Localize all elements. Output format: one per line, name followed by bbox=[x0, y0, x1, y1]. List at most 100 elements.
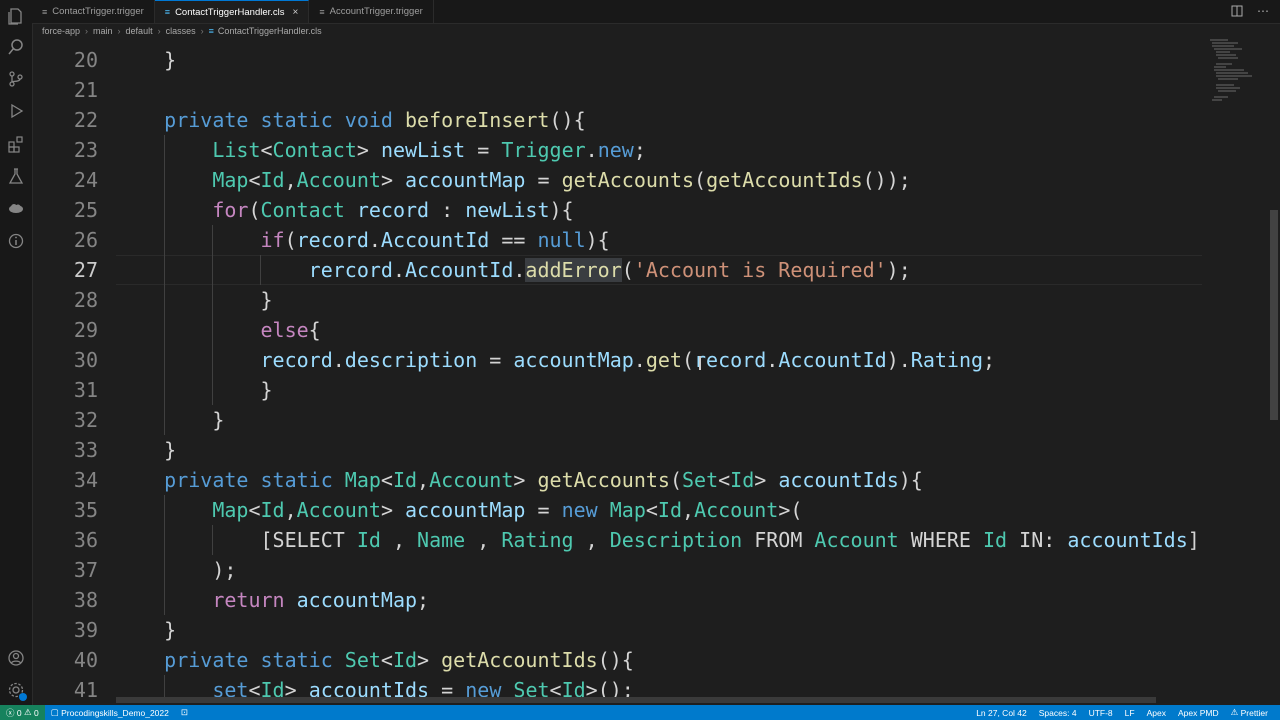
code-line[interactable]: 31 } bbox=[32, 375, 1202, 405]
explorer-icon[interactable] bbox=[6, 6, 26, 26]
breadcrumb-item[interactable]: ContactTriggerHandler.cls bbox=[218, 26, 322, 36]
encoding[interactable]: UTF-8 bbox=[1083, 705, 1119, 720]
apex-pmd[interactable]: Apex PMD bbox=[1172, 705, 1225, 720]
code-token: Account bbox=[814, 528, 899, 552]
code-token: Id bbox=[730, 468, 755, 492]
vertical-scrollbar[interactable] bbox=[1270, 210, 1278, 420]
code-line[interactable]: 34 private static Map<Id,Account> getAcc… bbox=[32, 465, 1202, 495]
code-line[interactable]: 28 } bbox=[32, 285, 1202, 315]
code-line[interactable]: 21 bbox=[32, 75, 1202, 105]
code-line[interactable]: 23 List<Contact> newList = Trigger.new; bbox=[32, 135, 1202, 165]
code-token: record bbox=[356, 198, 430, 222]
code-line[interactable]: 36 [SELECT Id , Name , Rating , Descript… bbox=[32, 525, 1202, 555]
code-token: AccountId bbox=[405, 258, 514, 282]
code-token: getAccounts bbox=[537, 468, 670, 492]
code-token: private static bbox=[116, 468, 345, 492]
indentation[interactable]: Spaces: 4 bbox=[1033, 705, 1083, 720]
code-text: private static Map<Id,Account> getAccoun… bbox=[116, 465, 923, 495]
problems-indicator[interactable]: ⓧ 0 ⚠ 0 bbox=[0, 705, 45, 720]
code-line[interactable]: 27 rercord.AccountId.addError('Account i… bbox=[32, 255, 1202, 285]
code-token: accountIds bbox=[778, 468, 899, 492]
breadcrumb-item[interactable]: force-app bbox=[42, 26, 80, 36]
code-token: } bbox=[116, 408, 225, 432]
line-number: 40 bbox=[73, 648, 98, 672]
info-icon[interactable] bbox=[6, 231, 26, 251]
indent-guide bbox=[260, 255, 261, 285]
file-icon: ≡ bbox=[164, 7, 171, 17]
code-editor[interactable]: 20 } 21 22 private static void beforeInser… bbox=[32, 44, 1202, 700]
code-line[interactable]: 38 return accountMap; bbox=[32, 585, 1202, 615]
code-text: for(Contact record : newList){ bbox=[116, 195, 574, 225]
run-debug-icon[interactable] bbox=[6, 101, 26, 121]
breadcrumb-item[interactable]: classes bbox=[166, 26, 196, 36]
code-line[interactable]: 24 Map<Id,Account> accountMap = getAccou… bbox=[32, 165, 1202, 195]
extensions-icon[interactable] bbox=[6, 134, 26, 154]
line-number: 28 bbox=[73, 288, 98, 312]
horizontal-scrollbar[interactable] bbox=[116, 697, 1156, 703]
code-token: Id bbox=[983, 528, 1008, 552]
close-icon[interactable]: × bbox=[293, 7, 299, 18]
code-text: } bbox=[116, 405, 224, 435]
source-control-icon[interactable] bbox=[6, 69, 26, 89]
cursor-position[interactable]: Ln 27, Col 42 bbox=[970, 705, 1033, 720]
code-token: ){ bbox=[898, 468, 923, 492]
minimap[interactable] bbox=[1208, 38, 1266, 108]
indent-guide bbox=[212, 225, 213, 405]
warning-icon: ⚠ bbox=[24, 707, 32, 717]
settings-gear-icon[interactable] bbox=[6, 680, 27, 701]
line-number: 34 bbox=[73, 468, 98, 492]
code-token: Account bbox=[429, 468, 514, 492]
line-number: 31 bbox=[73, 378, 98, 402]
code-line[interactable]: 39 } bbox=[32, 615, 1202, 645]
code-line[interactable]: 20 } bbox=[32, 45, 1202, 75]
code-line[interactable]: 37 ); bbox=[32, 555, 1202, 585]
code-token: Map bbox=[344, 468, 381, 492]
code-token: record bbox=[694, 348, 767, 372]
code-token: ; bbox=[417, 588, 430, 612]
code-token: ( bbox=[681, 348, 695, 372]
vscode-tools-icon[interactable]: ⊡ bbox=[175, 705, 194, 720]
breadcrumb-item[interactable]: default bbox=[126, 26, 153, 36]
code-token: < bbox=[248, 168, 261, 192]
settings-badge bbox=[19, 693, 27, 701]
breadcrumb-item[interactable]: main bbox=[93, 26, 113, 36]
code-token: getAccounts bbox=[561, 168, 695, 192]
tab-account-trigger[interactable]: ≡ AccountTrigger.trigger bbox=[309, 0, 434, 23]
code-line[interactable]: 25 for(Contact record : newList){ bbox=[32, 195, 1202, 225]
code-line[interactable]: 26 if(record.AccountId == null){ bbox=[32, 225, 1202, 255]
split-editor-icon[interactable] bbox=[1230, 4, 1244, 18]
tab-contact-trigger[interactable]: ≡ ContactTrigger.trigger bbox=[32, 0, 155, 23]
line-number: 29 bbox=[73, 318, 98, 342]
code-line[interactable]: 35 Map<Id,Account> accountMap = new Map<… bbox=[32, 495, 1202, 525]
line-number: 23 bbox=[73, 138, 98, 162]
code-token: . bbox=[766, 348, 779, 372]
language-mode[interactable]: Apex bbox=[1141, 705, 1172, 720]
code-token: . bbox=[513, 258, 526, 282]
code-line[interactable]: 30 record.description = accountMap.get(r… bbox=[32, 345, 1202, 375]
code-line[interactable]: 22 private static void beforeInsert(){ bbox=[32, 105, 1202, 135]
code-token: { bbox=[308, 318, 321, 342]
code-token: Account bbox=[296, 168, 381, 192]
account-icon[interactable] bbox=[6, 648, 26, 668]
code-line[interactable]: 32 } bbox=[32, 405, 1202, 435]
salesforce-cloud-icon[interactable] bbox=[6, 198, 26, 218]
search-icon[interactable] bbox=[6, 37, 26, 57]
org-picker[interactable]: ▢ Procodingskills_Demo_2022 bbox=[45, 705, 175, 720]
code-token: Account bbox=[694, 498, 779, 522]
line-number: 21 bbox=[73, 78, 98, 102]
more-actions-icon[interactable]: ⋯ bbox=[1256, 4, 1270, 18]
code-token: < bbox=[260, 138, 273, 162]
code-line[interactable]: 33 } bbox=[32, 435, 1202, 465]
code-token: , bbox=[682, 498, 695, 522]
code-token: ){ bbox=[549, 198, 574, 222]
end-of-line[interactable]: LF bbox=[1119, 705, 1141, 720]
code-token: WHERE bbox=[898, 528, 984, 552]
prettier-status[interactable]: ⚠ Prettier bbox=[1225, 705, 1274, 720]
code-token: description bbox=[344, 348, 478, 372]
code-line[interactable]: 29 else{ bbox=[32, 315, 1202, 345]
testing-flask-icon[interactable] bbox=[6, 166, 26, 186]
code-token: , bbox=[284, 498, 297, 522]
tab-contact-trigger-handler[interactable]: ≡ ContactTriggerHandler.cls × bbox=[154, 0, 310, 23]
error-icon: ⓧ bbox=[6, 707, 15, 718]
code-line[interactable]: 40 private static Set<Id> getAccountIds(… bbox=[32, 645, 1202, 675]
